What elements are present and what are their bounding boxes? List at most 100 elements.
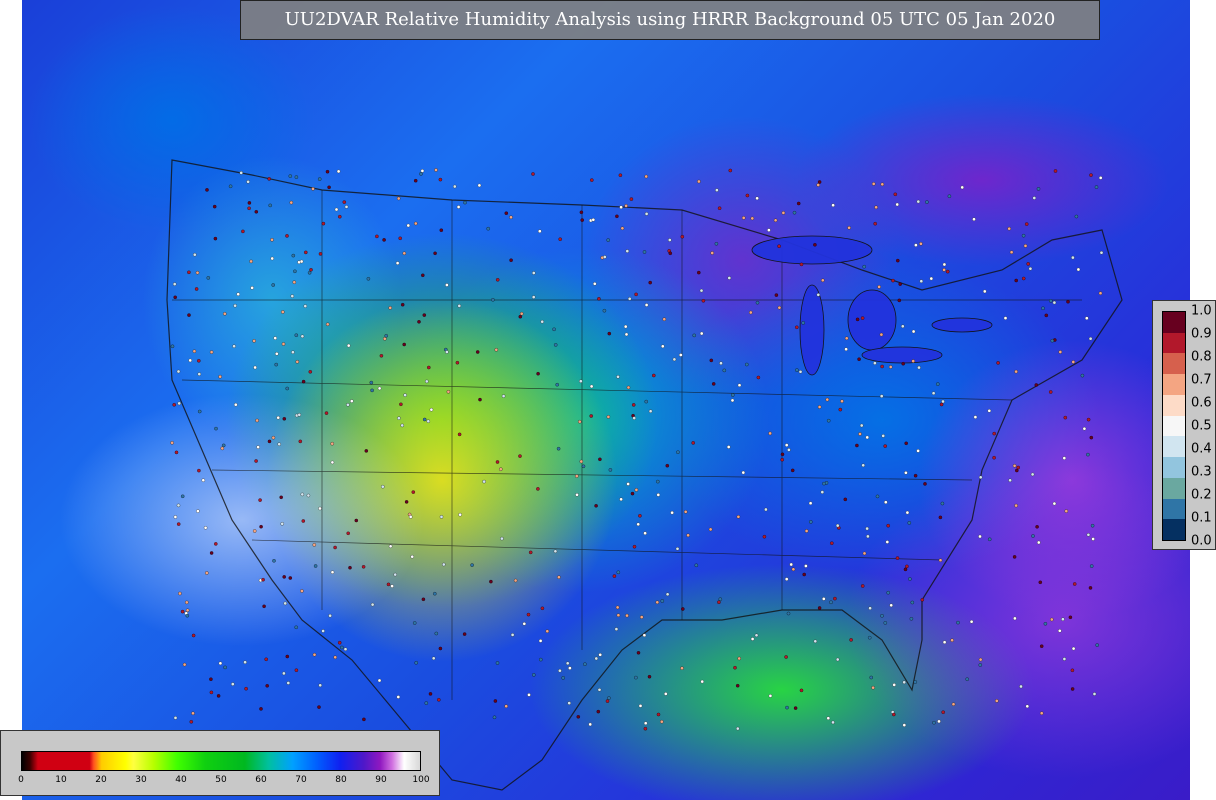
station-marker <box>330 570 335 574</box>
station-marker <box>627 297 632 301</box>
station-marker <box>538 229 542 233</box>
station-marker <box>270 256 274 261</box>
station-marker <box>829 600 833 605</box>
station-marker <box>1088 336 1093 341</box>
station-marker <box>643 721 648 725</box>
station-marker <box>428 692 433 696</box>
station-marker <box>221 443 226 448</box>
station-marker <box>300 334 305 339</box>
station-marker <box>528 550 533 555</box>
station-marker <box>606 415 611 419</box>
station-marker <box>291 253 296 258</box>
station-marker <box>662 317 667 321</box>
station-marker <box>486 226 490 231</box>
station-marker <box>901 324 905 329</box>
station-marker <box>634 292 638 297</box>
station-marker <box>369 380 374 385</box>
station-marker <box>983 289 987 294</box>
station-marker <box>212 204 217 209</box>
station-marker <box>318 683 322 688</box>
station-marker <box>259 524 263 529</box>
station-marker <box>644 212 649 216</box>
station-marker <box>294 625 298 630</box>
station-marker <box>879 332 884 337</box>
lake-superior <box>751 235 873 265</box>
station-marker <box>462 632 467 636</box>
station-tick-label: 0.5 <box>1191 418 1212 434</box>
station-marker <box>741 470 746 475</box>
station-marker <box>909 617 914 621</box>
map-title: UU2DVAR Relative Humidity Analysis using… <box>240 0 1100 40</box>
station-marker <box>917 365 921 370</box>
station-colorbar <box>1162 311 1186 541</box>
station-marker <box>905 510 910 515</box>
lake-ontario <box>931 317 993 333</box>
station-marker <box>330 441 334 446</box>
station-marker <box>932 720 936 725</box>
station-marker <box>745 193 750 198</box>
station-marker <box>518 454 522 458</box>
station-marker <box>545 629 550 633</box>
station-marker <box>660 599 665 603</box>
station-marker <box>777 244 781 248</box>
station-marker <box>1095 643 1099 647</box>
station-marker <box>493 699 498 703</box>
station-marker <box>843 497 848 502</box>
station-marker <box>174 450 179 455</box>
station-marker <box>1088 586 1093 590</box>
station-marker <box>285 386 289 391</box>
station-marker <box>939 402 944 407</box>
station-marker <box>553 549 558 554</box>
station-marker <box>364 449 369 453</box>
station-marker <box>880 364 884 369</box>
station-marker <box>579 459 584 464</box>
station-marker <box>737 656 741 661</box>
station-marker <box>965 677 969 681</box>
station-marker <box>1025 704 1030 709</box>
station-marker <box>539 657 543 662</box>
station-marker <box>201 478 206 482</box>
station-marker <box>348 565 352 570</box>
station-marker <box>478 397 482 402</box>
station-marker <box>404 500 409 504</box>
station-marker <box>456 205 461 209</box>
station-marker <box>722 368 727 373</box>
station-marker <box>437 698 441 702</box>
station-marker <box>197 372 202 376</box>
station-marker <box>575 493 579 497</box>
station-marker <box>519 311 524 316</box>
station-marker <box>377 386 382 391</box>
station-marker <box>197 468 201 473</box>
station-marker <box>865 435 869 440</box>
station-marker <box>196 509 200 513</box>
station-marker <box>255 418 259 423</box>
station-marker <box>1012 555 1017 559</box>
station-marker <box>412 621 417 625</box>
station-marker <box>719 361 723 365</box>
station-marker <box>495 278 500 282</box>
station-marker <box>205 188 209 192</box>
station-marker <box>253 365 257 370</box>
station-marker <box>735 683 740 688</box>
station-marker <box>295 360 300 364</box>
station-marker <box>425 379 429 384</box>
station-marker <box>457 304 462 308</box>
station-marker <box>477 183 482 188</box>
station-marker <box>209 350 214 354</box>
station-marker <box>1053 169 1058 173</box>
station-marker <box>445 283 449 287</box>
station-marker <box>692 333 696 338</box>
station-marker <box>817 180 822 184</box>
station-marker <box>247 206 251 211</box>
station-marker <box>676 450 680 454</box>
station-marker <box>1012 464 1017 468</box>
station-marker <box>565 661 570 666</box>
station-marker <box>308 370 313 374</box>
station-marker <box>439 228 444 232</box>
station-marker <box>318 252 323 256</box>
station-marker <box>733 665 737 670</box>
station-marker <box>767 228 771 232</box>
station-marker <box>470 563 474 567</box>
rh-tick-label: 40 <box>175 775 187 785</box>
station-marker <box>361 565 366 569</box>
